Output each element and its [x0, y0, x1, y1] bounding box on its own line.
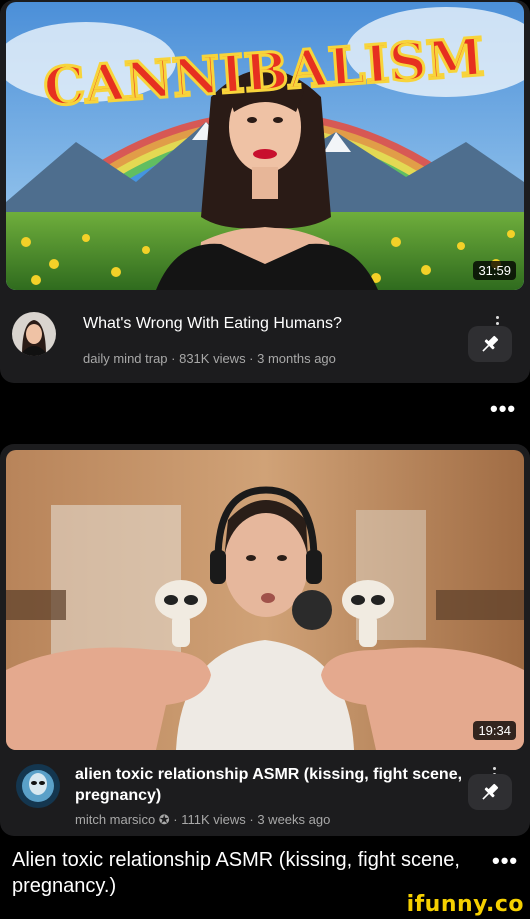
video-duration-1: 31:59	[473, 261, 516, 280]
alien-avatar-icon	[16, 764, 60, 808]
pin-icon	[482, 783, 499, 800]
post-menu-icon[interactable]: •••	[492, 848, 518, 874]
video-thumbnail-1[interactable]: CANNIBALISM 31:59	[6, 2, 524, 290]
video-card-2[interactable]: 19:34 alien toxic relationship ASMR (kis…	[0, 444, 530, 836]
post-caption: Alien toxic relationship ASMR (kissing, …	[12, 849, 460, 897]
video-duration-2: 19:34	[473, 721, 516, 740]
channel-avatar-2[interactable]	[16, 764, 60, 808]
video-meta-1: daily mind trap · 831K views · 3 months …	[83, 351, 336, 366]
video-meta-2: mitch marsico ✪ · 111K views · 3 weeks a…	[75, 812, 331, 827]
pin-button-1[interactable]	[468, 326, 512, 362]
video-title-1[interactable]: What's Wrong With Eating Humans?	[83, 313, 443, 334]
thumbnail-art-alien-asmr	[6, 450, 524, 750]
ifunny-watermark: ifunny.co	[406, 892, 524, 917]
pin-icon	[482, 335, 499, 352]
video-title-2[interactable]: alien toxic relationship ASMR (kissing, …	[75, 764, 465, 806]
thumbnail-art-cannibalism: CANNIBALISM	[6, 2, 524, 290]
more-menu-icon[interactable]: •••	[490, 396, 516, 422]
video-thumbnail-2[interactable]: 19:34	[6, 450, 524, 750]
channel-avatar-1[interactable]	[12, 312, 56, 356]
video-card-1[interactable]: CANNIBALISM 31:59 What's Wrong With Eati…	[0, 0, 530, 383]
woman-portrait-avatar-icon	[12, 312, 56, 356]
pin-button-2[interactable]	[468, 774, 512, 810]
